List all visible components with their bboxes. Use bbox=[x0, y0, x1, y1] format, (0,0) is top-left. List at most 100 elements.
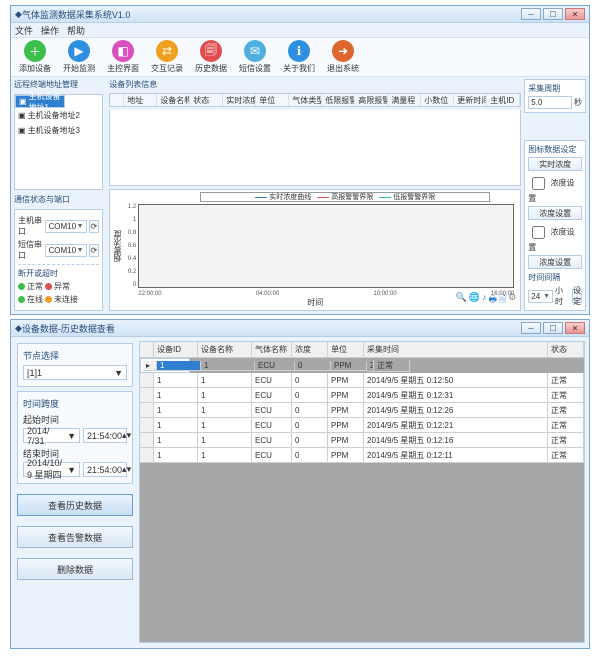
delete-button[interactable]: 删除数据 bbox=[17, 558, 133, 580]
view-alarm-button[interactable]: 查看告警数据 bbox=[17, 526, 133, 548]
host-port-label: 主机串口 bbox=[18, 215, 43, 237]
device-grid-title: 设备列表信息 bbox=[109, 79, 521, 90]
toolbar-0[interactable]: ＋添加设备 bbox=[15, 40, 55, 74]
chart-yticks: 1.210.80.60.40.20 bbox=[126, 204, 136, 288]
grid-col[interactable]: 主机ID bbox=[487, 94, 520, 106]
window-title: 气体监测数据采集系统V1.0 bbox=[22, 8, 131, 21]
maximize-button[interactable]: ☐ bbox=[543, 8, 563, 20]
toolbar-6[interactable]: ℹ关于我们 bbox=[279, 40, 319, 74]
toolbar-label: 历史数据 bbox=[195, 63, 227, 74]
grid-col[interactable]: 设备名称 bbox=[157, 94, 190, 106]
period-label: 采集周期 bbox=[528, 83, 582, 94]
minimize-button[interactable]: ─ bbox=[521, 322, 541, 334]
conc2-button[interactable]: 浓度设置 bbox=[528, 255, 582, 269]
toolbar-1[interactable]: ▶开始监测 bbox=[59, 40, 99, 74]
menu-op[interactable]: 操作 bbox=[41, 24, 59, 37]
period-input[interactable]: 5.0 bbox=[528, 96, 572, 109]
toolbar-4[interactable]: 🗐历史数据 bbox=[191, 40, 231, 74]
table-row[interactable]: 11ECU0PPM2014/9/5 星期五 0:12:16正常 bbox=[140, 433, 584, 448]
address-item[interactable]: ▣主机设备地址2 bbox=[15, 108, 102, 123]
history-grid-body[interactable]: ▸11ECU0PPM2014/9/5 星期五 0:12:55正常11ECU0PP… bbox=[140, 358, 584, 642]
export-icon[interactable]: 🖶 bbox=[488, 292, 497, 308]
chart-plot-area[interactable] bbox=[138, 204, 514, 288]
grid-col[interactable]: 满量程 bbox=[388, 94, 421, 106]
toolbar-icon: ℹ bbox=[288, 40, 310, 62]
titlebar[interactable]: ◆ 气体监测数据采集系统V1.0 ─ ☐ ✕ bbox=[11, 6, 589, 23]
address-panel-title: 远程终端地址管理 bbox=[14, 79, 103, 90]
grid-col[interactable]: 低限报警 bbox=[322, 94, 355, 106]
grid-col[interactable]: 地址 bbox=[124, 94, 157, 106]
chart-legend: 实时浓度曲线 高报警警界限 低报警警界限 bbox=[200, 192, 490, 202]
main-window: ◆ 气体监测数据采集系统V1.0 ─ ☐ ✕ 文件 操作 帮助 ＋添加设备▶开始… bbox=[10, 5, 590, 315]
close-button[interactable]: ✕ bbox=[565, 322, 585, 334]
start-label: 起始时间 bbox=[23, 413, 127, 426]
refresh-icon[interactable]: ♪ bbox=[482, 292, 487, 308]
conc1-button[interactable]: 浓度设置 bbox=[528, 206, 582, 220]
node-select[interactable]: [1]1▼ bbox=[23, 365, 127, 380]
app-icon: ◆ bbox=[15, 9, 22, 20]
status-title: 断开或超时 bbox=[18, 268, 99, 279]
realtime-button[interactable]: 实时浓度 bbox=[528, 157, 582, 171]
start-date-picker[interactable]: 2014/ 7/31▼ bbox=[23, 428, 80, 443]
menubar: 文件 操作 帮助 bbox=[11, 23, 589, 37]
address-item[interactable]: ▣主机设备地址3 bbox=[15, 123, 102, 138]
sms-port-select[interactable]: COM10▼ bbox=[45, 244, 86, 257]
set-button[interactable]: 设定 bbox=[572, 289, 582, 303]
toolbar-5[interactable]: ✉短信设置 bbox=[235, 40, 275, 74]
grid-col[interactable]: 小数位 bbox=[421, 94, 454, 106]
grid-col[interactable]: 更新时间 bbox=[454, 94, 487, 106]
window-title: 设备数据-历史数据查看 bbox=[22, 322, 115, 335]
address-item[interactable]: ▣主机设备地址1 bbox=[15, 95, 65, 108]
toolbar-label: 开始监测 bbox=[63, 63, 95, 74]
chart-settings-box: 图标数据设定 实时浓度 浓度设置 浓度设置 浓度设置 浓度设置 时间间隔 24▼… bbox=[524, 140, 586, 311]
toolbar-icon: ⇄ bbox=[156, 40, 178, 62]
chart-toolbar: 🔍 🌐 ♪ 🖶 🗎 ⚙ bbox=[456, 292, 517, 308]
time-group: 时间跨度 起始时间 2014/ 7/31▼ 21:54:00▴▾ 结束时间 20… bbox=[17, 391, 133, 484]
grid-col[interactable]: 实时浓度 bbox=[223, 94, 256, 106]
time-interval-select[interactable]: 24▼ bbox=[528, 290, 553, 303]
start-time-picker[interactable]: 21:54:00▴▾ bbox=[83, 428, 127, 443]
conc1-checkbox[interactable] bbox=[532, 177, 545, 190]
refresh-sms-button[interactable]: ⟳ bbox=[89, 244, 100, 257]
toolbar-2[interactable]: ◧主控界面 bbox=[103, 40, 143, 74]
conc2-checkbox[interactable] bbox=[532, 226, 545, 239]
time-group-title: 时间跨度 bbox=[23, 397, 127, 410]
menu-file[interactable]: 文件 bbox=[15, 24, 33, 37]
end-date-picker[interactable]: 2014/10/ 9 星期四▼ bbox=[23, 462, 80, 477]
device-grid-body[interactable] bbox=[109, 110, 521, 186]
table-row[interactable]: 11ECU0PPM2014/9/5 星期五 0:12:31正常 bbox=[140, 388, 584, 403]
page-icon[interactable]: 🗎 bbox=[499, 292, 506, 308]
table-row[interactable]: ▸11ECU0PPM2014/9/5 星期五 0:12:55正常 bbox=[140, 358, 190, 373]
close-button[interactable]: ✕ bbox=[565, 8, 585, 20]
grid-col[interactable]: 高限报警 bbox=[355, 94, 388, 106]
comm-panel-title: 通信状态与端口 bbox=[14, 194, 103, 205]
globe-icon[interactable]: 🌐 bbox=[469, 292, 480, 308]
toolbar-icon: ▶ bbox=[68, 40, 90, 62]
history-window: ◆ 设备数据-历史数据查看 ─ ☐ ✕ 节点选择 [1]1▼ 时间跨度 起始时间… bbox=[10, 319, 590, 649]
grid-col[interactable]: 单位 bbox=[256, 94, 289, 106]
menu-help[interactable]: 帮助 bbox=[67, 24, 85, 37]
grid-col[interactable]: 气体类型 bbox=[289, 94, 322, 106]
device-grid-header: 地址设备名称状态实时浓度单位气体类型低限报警高限报警满量程小数位更新时间主机ID bbox=[109, 93, 521, 107]
table-row[interactable]: 11ECU0PPM2014/9/5 星期五 0:12:50正常 bbox=[140, 373, 584, 388]
address-list: ▣主机设备地址1 ▣主机设备地址2 ▣主机设备地址3 bbox=[14, 94, 103, 190]
history-grid-header: 设备ID 设备名称 气体名称 浓度 单位 采集时间 状态 bbox=[140, 342, 584, 358]
maximize-button[interactable]: ☐ bbox=[543, 322, 563, 334]
table-row[interactable]: 11ECU0PPM2014/9/5 星期五 0:12:21正常 bbox=[140, 418, 584, 433]
comm-panel: 主机串口 COM10▼ ⟳ 短信串口 COM10▼ ⟳ 断开或超时 正常 异常 … bbox=[14, 209, 103, 311]
titlebar[interactable]: ◆ 设备数据-历史数据查看 ─ ☐ ✕ bbox=[11, 320, 589, 337]
table-row[interactable]: 11ECU0PPM2014/9/5 星期五 0:12:26正常 bbox=[140, 403, 584, 418]
host-port-select[interactable]: COM10▼ bbox=[45, 220, 86, 233]
toolbar-7[interactable]: ➜退出系统 bbox=[323, 40, 363, 74]
gear-icon[interactable]: ⚙ bbox=[508, 292, 516, 308]
toolbar-icon: ◧ bbox=[112, 40, 134, 62]
table-row[interactable]: 11ECU0PPM2014/9/5 星期五 0:12:11正常 bbox=[140, 448, 584, 463]
end-time-picker[interactable]: 21:54:00▴▾ bbox=[83, 462, 127, 477]
zoom-icon[interactable]: 🔍 bbox=[456, 292, 467, 308]
grid-col[interactable]: 状态 bbox=[190, 94, 223, 106]
refresh-host-button[interactable]: ⟳ bbox=[89, 220, 100, 233]
view-history-button[interactable]: 查看历史数据 bbox=[17, 494, 133, 516]
toolbar-3[interactable]: ⇄交互记录 bbox=[147, 40, 187, 74]
app-icon: ◆ bbox=[15, 323, 22, 334]
minimize-button[interactable]: ─ bbox=[521, 8, 541, 20]
